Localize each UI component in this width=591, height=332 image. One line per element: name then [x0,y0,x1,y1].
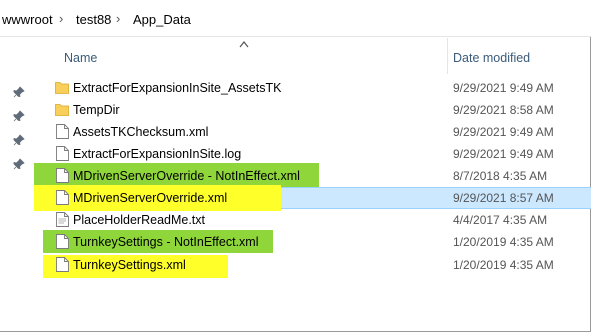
breadcrumb-item-test88[interactable]: test88 [76,12,111,27]
file-name: ExtractForExpansionInSite.log [73,147,242,161]
column-divider[interactable] [447,38,448,74]
breadcrumb: wwwroot › test88 › App_Data [0,0,591,37]
document-icon [56,168,69,183]
list-item[interactable]: PlaceHolderReadMe.txt 4/4/2017 4:35 AM [0,209,591,231]
chevron-right-icon[interactable]: › [116,11,120,26]
document-icon [56,124,69,139]
file-date: 9/29/2021 8:57 AM [453,191,554,205]
document-icon [56,257,69,272]
list-item[interactable]: TurnkeySettings - NotInEffect.xml 1/20/2… [0,231,591,253]
list-item-selected[interactable]: MDrivenServerOverride.xml 9/29/2021 8:57… [0,187,591,209]
file-date: 9/29/2021 8:58 AM [453,103,554,117]
file-name: AssetsTKChecksum.xml [73,125,209,139]
document-icon [56,146,69,161]
file-date: 4/4/2017 4:35 AM [453,213,548,227]
file-name: MDrivenServerOverride.xml [73,191,228,205]
sort-ascending-icon[interactable] [239,40,249,48]
document-icon [56,190,69,205]
file-name: TempDir [73,103,120,117]
file-name: TurnkeySettings.xml [73,258,186,272]
column-header-name[interactable]: Name [64,51,97,65]
file-name: ExtractForExpansionInSite_AssetsTK [73,81,282,95]
file-date: 9/29/2021 9:49 AM [453,147,554,161]
file-name: MDrivenServerOverride - NotInEffect.xml [73,169,300,183]
list-item[interactable]: ExtractForExpansionInSite.log 9/29/2021 … [0,143,591,165]
document-icon [56,212,69,227]
breadcrumb-item-wwwroot[interactable]: wwwroot [2,12,53,27]
chevron-right-icon[interactable]: › [59,11,63,26]
list-item[interactable]: TempDir 9/29/2021 8:58 AM [0,99,591,121]
list-item[interactable]: TurnkeySettings.xml 1/20/2019 4:35 AM [0,254,591,276]
file-name: TurnkeySettings - NotInEffect.xml [73,235,259,249]
breadcrumb-item-app-data[interactable]: App_Data [133,12,191,27]
list-item[interactable]: MDrivenServerOverride - NotInEffect.xml … [0,165,591,187]
list-item[interactable]: AssetsTKChecksum.xml 9/29/2021 9:49 AM [0,121,591,143]
file-date: 8/7/2018 4:35 AM [453,169,548,183]
file-date: 1/20/2019 4:35 AM [453,258,554,272]
column-header-date-modified[interactable]: Date modified [453,51,530,65]
list-item[interactable]: ExtractForExpansionInSite_AssetsTK 9/29/… [0,77,591,99]
file-date: 1/20/2019 4:35 AM [453,235,554,249]
file-date: 9/29/2021 9:49 AM [453,81,554,95]
folder-icon [55,82,69,94]
file-name: PlaceHolderReadMe.txt [73,213,206,227]
file-date: 9/29/2021 9:49 AM [453,125,554,139]
folder-icon [55,104,69,116]
document-icon [56,234,69,249]
